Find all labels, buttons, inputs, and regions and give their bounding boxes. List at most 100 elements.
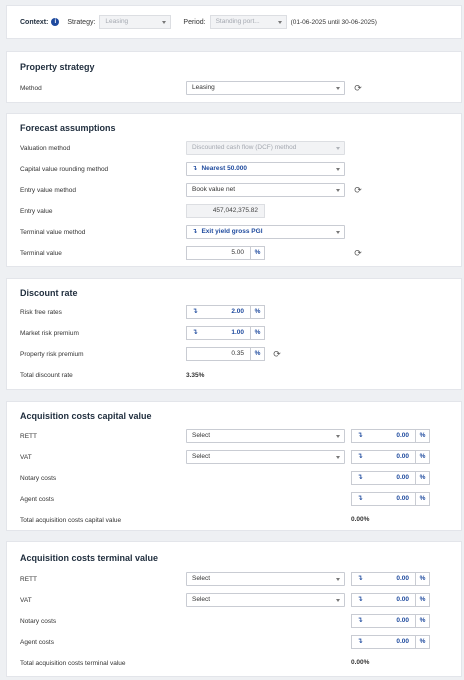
method-select-value: Leasing [192,84,215,91]
rett-select[interactable]: Select [186,429,345,443]
info-icon[interactable]: i [51,18,60,26]
vat-input[interactable]: ↴ 0.00 % [351,593,430,607]
period-select[interactable]: Standing port... [209,15,287,29]
terminal-value-label: Terminal value [20,250,62,257]
property-risk-input[interactable]: 0.35 % [186,347,265,361]
total-acquisition-terminal-label: Total acquisition costs terminal value [20,660,126,667]
rounding-method-select[interactable]: ↴ Nearest 50.000 [186,162,345,176]
rett-label: RETT [20,576,37,583]
vat-select-value: Select [192,453,211,460]
strategy-select[interactable]: Leasing [99,15,172,29]
acquisition-terminal-section: Acquisition costs terminal value RETT Se… [6,541,462,677]
chevron-down-icon [336,599,340,602]
rett-input[interactable]: ↴ 0.00 % [351,572,430,586]
agent-costs-input[interactable]: ↴ 0.00 % [351,492,430,506]
rett-input[interactable]: ↴ 0.00 % [351,429,430,443]
period-label: Period: [183,18,206,26]
entry-value-method-value: Book value net [192,186,236,193]
percent-unit: % [415,573,429,585]
vat-select[interactable]: Select [186,450,345,464]
vat-select[interactable]: Select [186,593,345,607]
agent-costs-value: 0.00 [396,638,409,645]
valuation-method-value: Discounted cash flow (DCF) method [192,144,297,151]
rett-select-value: Select [192,432,211,439]
vat-input[interactable]: ↴ 0.00 % [351,450,430,464]
section-title: Property strategy [20,62,95,72]
method-select[interactable]: Leasing [186,81,345,95]
total-discount-value: 3.35% [186,372,205,379]
vat-select-value: Select [192,596,211,603]
total-acquisition-capital-label: Total acquisition costs capital value [20,517,122,524]
chevron-down-icon [336,578,340,581]
agent-costs-input[interactable]: ↴ 0.00 % [351,635,430,649]
period-range: (01-06-2025 until 30-06-2025) [290,18,377,26]
notary-costs-label: Notary costs [20,618,57,625]
chevron-down-icon [336,456,340,459]
property-risk-label: Property risk premium [20,351,84,358]
notary-costs-value: 0.00 [396,474,409,481]
arrow-down-icon: ↴ [357,453,363,460]
vat-value: 0.00 [396,453,409,460]
refresh-icon[interactable]: ⟳ [353,185,363,195]
percent-unit: % [415,615,429,627]
arrow-down-icon: ↴ [192,165,198,172]
chevron-down-icon [336,231,340,234]
refresh-icon[interactable]: ⟳ [353,248,363,258]
context-label: Context: [20,18,49,26]
market-risk-label: Market risk premium [20,330,79,337]
percent-unit: % [415,636,429,648]
arrow-down-icon: ↴ [192,308,198,315]
percent-unit: % [415,594,429,606]
rounding-method-label: Capital value rounding method [20,166,109,173]
refresh-icon[interactable]: ⟳ [353,83,363,93]
vat-label: VAT [20,454,32,461]
rett-label: RETT [20,433,37,440]
percent-unit: % [415,493,429,505]
forecast-assumptions-section: Forecast assumptions Valuation method Di… [6,113,462,267]
percent-unit: % [250,247,264,259]
discount-rate-section: Discount rate Risk free rates ↴ 2.00 % M… [6,278,462,390]
notary-costs-label: Notary costs [20,475,57,482]
terminal-value-method-label: Terminal value method [20,229,86,236]
terminal-value-input[interactable]: 5.00 % [186,246,265,260]
total-acquisition-capital-value: 0.00% [351,516,370,523]
period-select-value: Standing port... [215,18,260,25]
notary-costs-input[interactable]: ↴ 0.00 % [351,614,430,628]
percent-unit: % [415,430,429,442]
agent-costs-label: Agent costs [20,639,54,646]
section-title: Forecast assumptions [20,123,116,133]
terminal-value-method-select[interactable]: ↴ Exit yield gross PGI [186,225,345,239]
arrow-down-icon: ↴ [192,329,198,336]
market-risk-input[interactable]: ↴ 1.00 % [186,326,265,340]
arrow-down-icon: ↴ [192,228,198,235]
chevron-down-icon [336,168,340,171]
entry-value-field: 457,042,375.82 [186,204,265,218]
strategy-select-value: Leasing [105,18,129,25]
refresh-icon[interactable]: ⟳ [272,349,282,359]
terminal-value-method-value: Exit yield gross PGI [201,228,263,235]
method-label: Method [20,85,42,92]
market-risk-value: 1.00 [231,329,244,336]
percent-unit: % [250,348,264,360]
arrow-down-icon: ↴ [357,432,363,439]
risk-free-input[interactable]: ↴ 2.00 % [186,305,265,319]
rett-value: 0.00 [396,432,409,439]
acquisition-capital-section: Acquisition costs capital value RETT Sel… [6,401,462,531]
agent-costs-value: 0.00 [396,495,409,502]
entry-value-method-label: Entry value method [20,187,77,194]
arrow-down-icon: ↴ [357,575,363,582]
entry-value-method-select[interactable]: Book value net [186,183,345,197]
agent-costs-label: Agent costs [20,496,54,503]
risk-free-label: Risk free rates [20,309,62,316]
total-discount-label: Total discount rate [20,372,73,379]
rett-select[interactable]: Select [186,572,345,586]
chevron-down-icon [336,189,340,192]
vat-value: 0.00 [396,596,409,603]
notary-costs-value: 0.00 [396,617,409,624]
property-strategy-section: Property strategy Method Leasing ⟳ [6,51,462,103]
chevron-down-icon [277,21,282,24]
notary-costs-input[interactable]: ↴ 0.00 % [351,471,430,485]
terminal-value-number: 5.00 [231,249,244,256]
arrow-down-icon: ↴ [357,474,363,481]
property-risk-value: 0.35 [231,350,244,357]
